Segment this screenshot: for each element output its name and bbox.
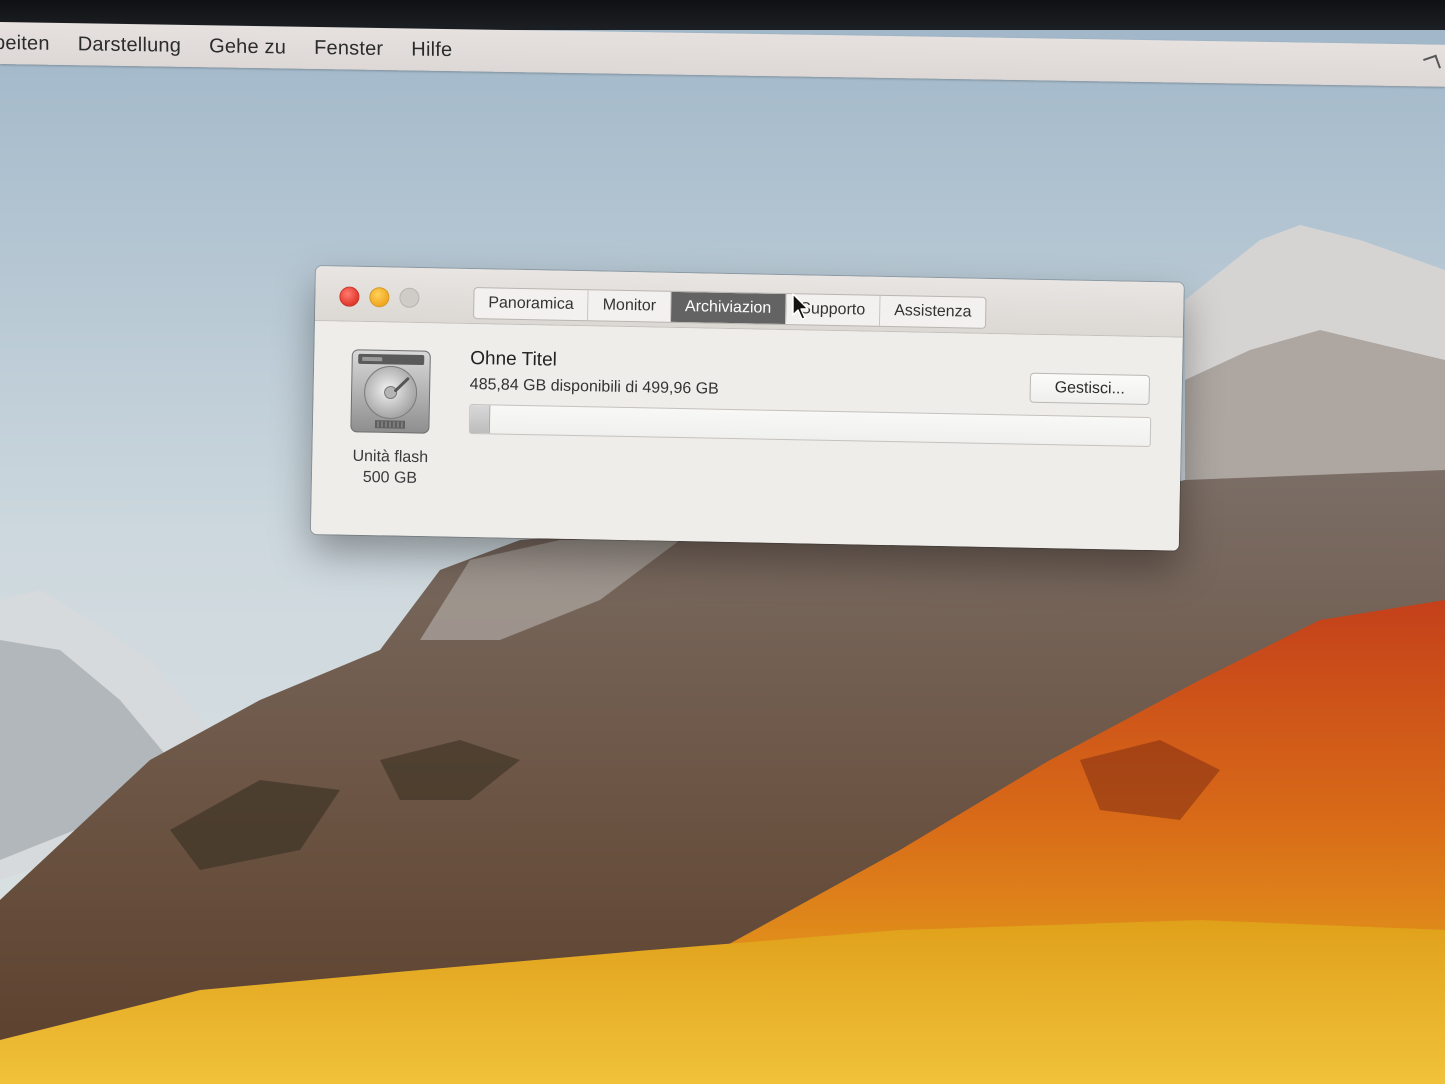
menu-item-window[interactable]: Fenster [314, 36, 383, 60]
segmented-tab-bar: Panoramica Monitor Archiviazion Supporto… [473, 287, 987, 329]
drive-label: Unità flash 500 GB [334, 445, 447, 489]
drive-capacity: 500 GB [362, 468, 418, 487]
tab-displays[interactable]: Monitor [588, 290, 672, 322]
minimize-button[interactable] [369, 287, 390, 308]
volume-availability: 485,84 GB disponibili di 499,96 GB [469, 375, 719, 398]
mouse-pointer-icon [792, 293, 809, 320]
drive-type: Unità flash [352, 447, 429, 467]
menu-item-edit[interactable]: beiten [0, 31, 50, 55]
volume-name: Ohne Titel [470, 347, 558, 371]
tab-service[interactable]: Assistenza [880, 296, 986, 328]
desktop-wallpaper [0, 0, 1445, 1084]
menu-item-go[interactable]: Gehe zu [209, 35, 286, 59]
about-this-mac-window: Panoramica Monitor Archiviazion Supporto… [310, 266, 1184, 551]
menu-item-view[interactable]: Darstellung [78, 33, 181, 58]
menubar-status-icon[interactable] [1423, 54, 1441, 73]
hard-drive-icon [350, 349, 431, 434]
zoom-button [399, 287, 420, 308]
storage-used-segment [469, 404, 491, 434]
menu-item-help[interactable]: Hilfe [411, 38, 452, 62]
manage-button[interactable]: Gestisci... [1029, 372, 1151, 406]
mountain-landscape [0, 0, 1445, 1084]
storage-usage-bar [468, 403, 1152, 448]
tab-overview[interactable]: Panoramica [474, 288, 589, 321]
storage-panel: Unità flash 500 GB Ohne Titel 485,84 GB … [310, 320, 1183, 551]
tab-storage[interactable]: Archiviazion [670, 291, 787, 325]
close-button[interactable] [339, 286, 360, 307]
